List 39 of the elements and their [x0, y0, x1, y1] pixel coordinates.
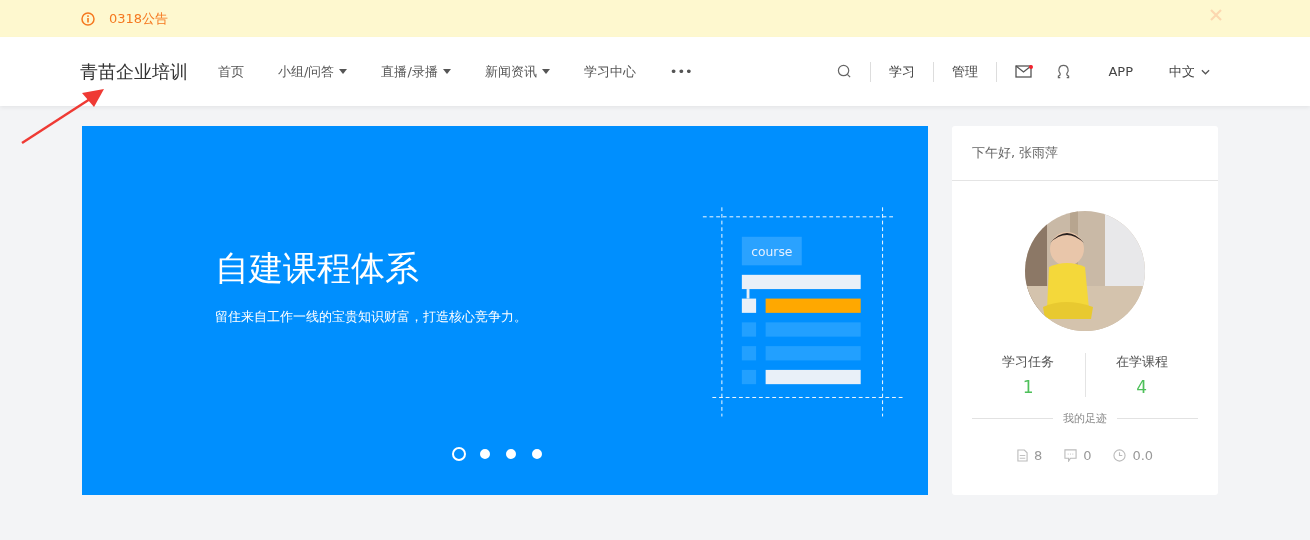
- header-link[interactable]: 管理: [952, 62, 979, 81]
- nav-link[interactable]: 小组/问答: [278, 62, 348, 81]
- greeting-text: 下午好, 张雨萍: [952, 126, 1218, 181]
- nav-link[interactable]: 首页: [218, 62, 244, 81]
- document-icon: [1016, 449, 1028, 462]
- notice-text: 0318公告: [109, 9, 170, 28]
- caret-icon: [339, 69, 348, 74]
- chevron-down-icon: [1201, 68, 1210, 75]
- stat-label: 在学课程: [1115, 353, 1168, 371]
- banner-title: 自建课程体系: [215, 247, 420, 290]
- footprint-count: 0: [1083, 448, 1092, 463]
- section-title: 我的足迹: [1063, 411, 1107, 426]
- carousel-dot[interactable]: [506, 449, 516, 459]
- mail-icon[interactable]: [1015, 64, 1034, 79]
- search-icon[interactable]: [837, 64, 853, 79]
- carousel-dot[interactable]: [480, 449, 490, 459]
- banner-subtitle: 留住来自工作一线的宝贵知识财富，打造核心竞争力。: [215, 308, 528, 326]
- clock-icon: [1113, 449, 1127, 462]
- nav-link[interactable]: 学习中心: [583, 62, 636, 81]
- stat-value: 1: [1022, 377, 1034, 397]
- course-tag: [741, 236, 802, 266]
- footprint-count: 0.0: [1132, 448, 1154, 463]
- carousel-dot[interactable]: [452, 447, 466, 461]
- caret-icon: [541, 69, 550, 74]
- course-label: course: [750, 244, 793, 259]
- nav-link[interactable]: 直播/录播: [381, 62, 451, 81]
- app-link[interactable]: APP: [1108, 64, 1133, 79]
- caret-icon: [442, 69, 451, 74]
- stat-label: 学习任务: [1002, 353, 1055, 371]
- site-logo[interactable]: 青苗企业培训: [80, 59, 188, 84]
- comment-icon: [1064, 449, 1078, 462]
- language-selector[interactable]: 中文: [1169, 62, 1210, 81]
- info-icon: [81, 11, 95, 26]
- footprint-count: 8: [1033, 448, 1043, 463]
- nav-link[interactable]: •••: [669, 62, 693, 81]
- header-link[interactable]: 学习: [889, 62, 916, 81]
- stat-value: 4: [1136, 377, 1148, 397]
- carousel-dot[interactable]: [532, 449, 542, 459]
- nav-link[interactable]: 新闻资讯: [484, 62, 550, 81]
